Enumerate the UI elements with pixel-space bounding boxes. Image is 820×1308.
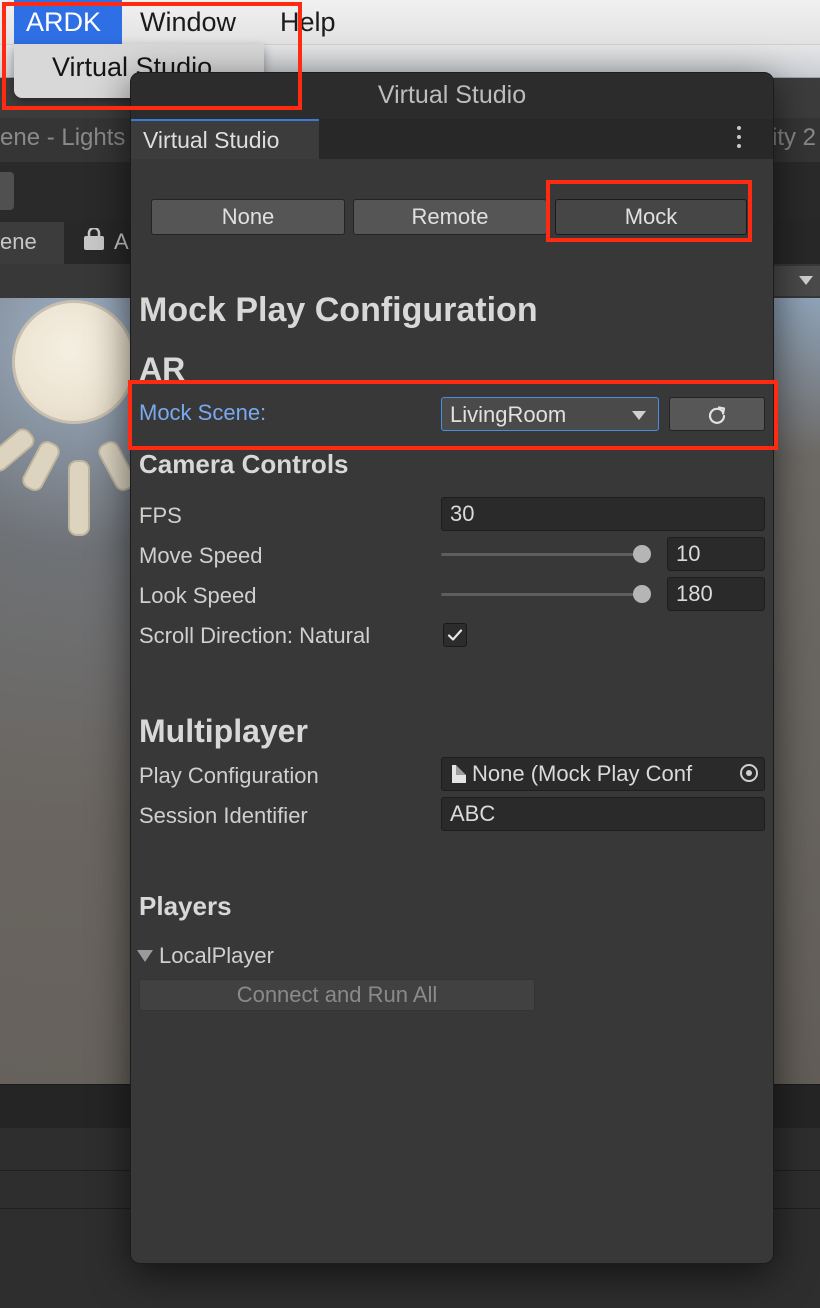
document-icon (452, 765, 466, 783)
editor-title-text: ene - Lights (0, 124, 126, 151)
kebab-menu-icon[interactable] (729, 123, 749, 153)
tab-asset-store-label: A (114, 229, 129, 254)
directional-light-gizmo-icon (12, 300, 136, 424)
mode-none-button[interactable]: None (151, 199, 345, 235)
editor-title-text-right: ity 2 (772, 124, 817, 151)
mock-scene-value: LivingRoom (450, 402, 567, 427)
look-speed-slider-handle[interactable] (633, 585, 651, 603)
fps-field[interactable]: 30 (441, 497, 765, 531)
play-configuration-value: None (Mock Play Conf (472, 761, 693, 786)
local-player-foldout[interactable]: LocalPlayer (159, 943, 274, 969)
mock-scene-label: Mock Scene: (139, 400, 267, 425)
menu-ardk[interactable]: ARDK (14, 0, 122, 44)
mode-remote-button[interactable]: Remote (353, 199, 547, 235)
menu-bar (0, 0, 820, 45)
window-title: Virtual Studio (377, 81, 527, 109)
mock-scene-dropdown[interactable]: LivingRoom (441, 397, 659, 431)
section-title-multiplayer: Multiplayer (139, 713, 308, 749)
editor-toolbar-button[interactable] (0, 172, 14, 210)
section-title-ar: AR (139, 351, 186, 387)
checkmark-icon (447, 629, 463, 641)
menu-window[interactable]: Window (128, 0, 248, 44)
scroll-direction-checkbox[interactable] (443, 623, 467, 647)
menu-help[interactable]: Help (268, 0, 348, 44)
look-speed-label: Look Speed (139, 583, 257, 608)
look-speed-field[interactable]: 180 (667, 577, 765, 611)
tab-virtual-studio[interactable]: Virtual Studio (131, 119, 319, 159)
connect-and-run-all-button[interactable]: Connect and Run All (139, 979, 535, 1011)
fps-label: FPS (139, 503, 182, 528)
refresh-icon (708, 406, 726, 424)
dropdown-arrow-icon (632, 411, 646, 420)
move-speed-field[interactable]: 10 (667, 537, 765, 571)
virtual-studio-window: Virtual Studio Virtual Studio None Remot… (130, 72, 774, 1264)
tab-scene-label: ene (0, 229, 37, 254)
tab-label: Virtual Studio (143, 127, 280, 153)
move-speed-label: Move Speed (139, 543, 263, 568)
session-identifier-field[interactable]: ABC (441, 797, 765, 831)
section-title-mock-play-configuration: Mock Play Configuration (139, 291, 538, 329)
look-speed-slider[interactable] (441, 593, 647, 596)
light-ray (68, 460, 90, 536)
chevron-down-icon (799, 276, 813, 285)
asset-store-icon[interactable] (82, 228, 106, 252)
object-picker-icon[interactable] (740, 764, 758, 782)
play-configuration-label: Play Configuration (139, 763, 319, 788)
section-title-camera-controls: Camera Controls (139, 449, 349, 479)
refresh-scenes-button[interactable] (669, 397, 765, 431)
scene-view-edge (772, 298, 820, 1084)
scroll-direction-label: Scroll Direction: Natural (139, 623, 371, 648)
foldout-arrow-icon[interactable] (137, 950, 153, 962)
mode-mock-button[interactable]: Mock (555, 199, 747, 235)
section-title-players: Players (139, 891, 232, 921)
window-tab-bar: Virtual Studio (131, 119, 773, 159)
session-identifier-label: Session Identifier (139, 803, 308, 828)
move-speed-slider-handle[interactable] (633, 545, 651, 563)
window-title-bar[interactable]: Virtual Studio (131, 73, 773, 119)
move-speed-slider[interactable] (441, 553, 647, 556)
play-configuration-object-field[interactable]: None (Mock Play Conf (441, 757, 765, 791)
scene-toolbar-dropdown[interactable] (770, 266, 820, 296)
